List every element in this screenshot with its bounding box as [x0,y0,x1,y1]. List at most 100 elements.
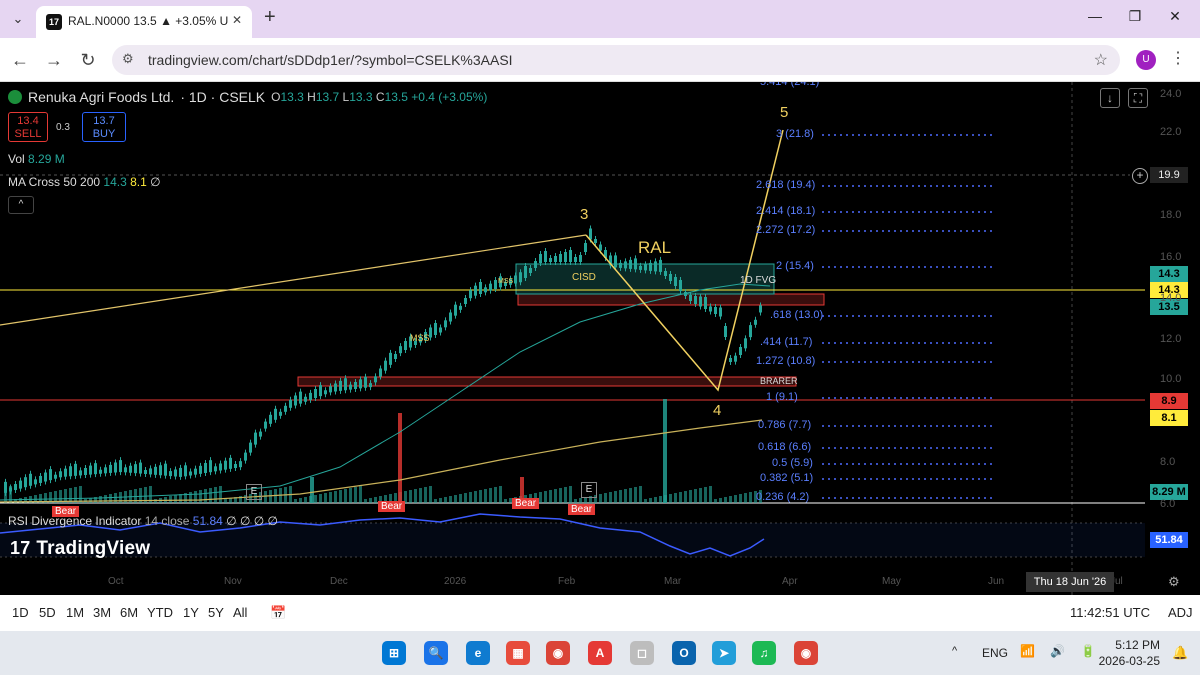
timeframe-1m[interactable]: 1M [66,605,84,620]
browser-menu-icon[interactable]: ⋮ [1170,48,1186,68]
address-bar[interactable]: ⚙ tradingview.com/chart/sDDdp1er/?symbol… [112,45,1120,75]
month-label[interactable]: Nov [224,576,242,587]
volume-label: Vol [8,152,25,166]
price-tick: 18.0 [1160,209,1182,221]
volume-bar [354,487,357,503]
symbol-interval[interactable]: · 1D · CSELK [180,89,265,105]
buy-button[interactable]: 13.7 BUY [82,112,126,142]
url-text[interactable]: tradingview.com/chart/sDDdp1er/?symbol=C… [148,52,513,68]
chrome-icon[interactable]: ◉ [546,641,570,665]
month-label[interactable]: Feb [558,576,575,587]
browser-tab[interactable]: 17 RAL.N0000 13.5 ▲ +3.05% Unn ✕ [36,6,252,38]
timeframe-5y[interactable]: 5Y [208,605,224,620]
candle-body [384,360,387,371]
symbol-legend[interactable]: Renuka Agri Foods Ltd. · 1D · CSELK O13.… [8,88,487,106]
taskbar-time[interactable]: 5:12 PM [1108,638,1160,652]
volume-bar [334,491,337,503]
chrome-profile-icon[interactable]: ◉ [794,641,818,665]
candle-body [74,463,77,476]
candle-body [199,465,202,474]
candle-body [674,277,677,286]
timeframe-5d[interactable]: 5D [39,605,56,620]
edge-icon[interactable]: e [466,641,490,665]
date-range-icon[interactable]: 📅 [270,605,286,621]
taskbar-date[interactable]: 2026-03-25 [1090,654,1160,668]
tab-close-icon[interactable]: ✕ [232,13,242,27]
tray-overflow-icon[interactable]: ^ [952,645,957,657]
chart-settings-icon[interactable]: ⚙ [1168,574,1180,590]
candle-body [94,463,97,475]
candle-body [724,326,727,337]
download-icon[interactable]: ↓ [1100,88,1120,108]
windows-start-icon[interactable]: ⊞ [382,641,406,665]
tab-title: RAL.N0000 13.5 ▲ +3.05% Unn [68,14,228,28]
month-label[interactable]: Apr [782,576,798,587]
price-badge: 8.1 [1150,410,1188,426]
add-alert-plus-icon[interactable]: + [1132,168,1148,184]
timeframe-6m[interactable]: 6M [120,605,138,620]
candle-body [579,255,582,262]
back-icon[interactable]: ← [8,50,32,70]
fib-label-top: 5.414 (24.1) [760,82,820,88]
timeframe-1d[interactable]: 1D [12,605,29,620]
candle-body [494,280,497,289]
bookmark-star-icon[interactable]: ☆ [1094,50,1108,70]
site-info-icon[interactable]: ⚙ [122,51,134,67]
forward-icon[interactable]: → [42,50,66,70]
price-badge: 14.3 [1150,266,1188,282]
month-label[interactable]: May [882,576,901,587]
acrobat-icon[interactable]: A [588,641,612,665]
volume-bar [74,487,77,503]
volume-bar [689,490,692,503]
candle-body [324,390,327,395]
tab-search-icon[interactable]: ⌄ [6,8,30,30]
notification-bell-icon[interactable]: 🔔 [1172,645,1188,661]
outlook-icon[interactable]: O [672,641,696,665]
telegram-icon[interactable]: ➤ [712,641,736,665]
timeframe-1y[interactable]: 1Y [183,605,199,620]
month-label[interactable]: 2026 [444,576,466,587]
volume-bar [609,492,612,503]
annotation-e1: E [246,484,262,500]
volume-bar [629,488,632,503]
sell-button[interactable]: 13.4 SELL [8,112,48,142]
month-label[interactable]: Mar [664,576,681,587]
utc-clock[interactable]: 11:42:51 UTC [1070,605,1150,620]
fib-label: 0.786 (7.7) [758,419,812,431]
month-label[interactable]: Jun [988,576,1004,587]
maximize-icon[interactable]: ❐ [1120,8,1150,25]
ma-cross-legend[interactable]: MA Cross 50 200 14.3 8.1 ∅ [8,175,161,189]
candle-body [619,262,622,268]
candle-body [249,442,252,453]
volume-bar [694,489,697,503]
volume-bar [114,493,117,503]
store-icon[interactable]: ▦ [506,641,530,665]
rsi-legend[interactable]: RSI Divergence Indicator 14 close 51.84 … [8,514,278,528]
company-logo-icon [8,90,22,104]
candle-body [389,352,392,365]
spotify-icon[interactable]: ♫ [752,641,776,665]
symbol-name[interactable]: Renuka Agri Foods Ltd. [28,89,174,105]
volume-bar [739,494,742,503]
app-white-icon[interactable]: ◻ [630,641,654,665]
volume-bar [564,487,567,503]
search-icon[interactable]: 🔍 [424,641,448,665]
month-label[interactable]: Oct [108,576,124,587]
volume-legend[interactable]: Vol 8.29 M [8,152,65,166]
chart-area[interactable]: Renuka Agri Foods Ltd. · 1D · CSELK O13.… [0,82,1200,595]
minimize-icon[interactable]: — [1080,8,1110,24]
month-label[interactable]: Dec [330,576,348,587]
language-indicator[interactable]: ENG [982,646,1008,660]
timeframe-all[interactable]: All [233,605,247,620]
volume-bar [314,495,317,503]
collapse-legend-button[interactable]: ^ [8,196,34,214]
profile-avatar[interactable]: U [1136,50,1156,70]
timeframe-3m[interactable]: 3M [93,605,111,620]
window-close-icon[interactable]: ✕ [1160,8,1190,25]
reload-icon[interactable]: ↻ [76,50,100,70]
new-tab-button[interactable]: + [264,6,276,29]
fullscreen-icon[interactable]: ⛶ [1128,88,1148,108]
ma200-line [0,419,763,503]
adj-toggle[interactable]: ADJ [1168,605,1193,620]
timeframe-ytd[interactable]: YTD [147,605,173,620]
